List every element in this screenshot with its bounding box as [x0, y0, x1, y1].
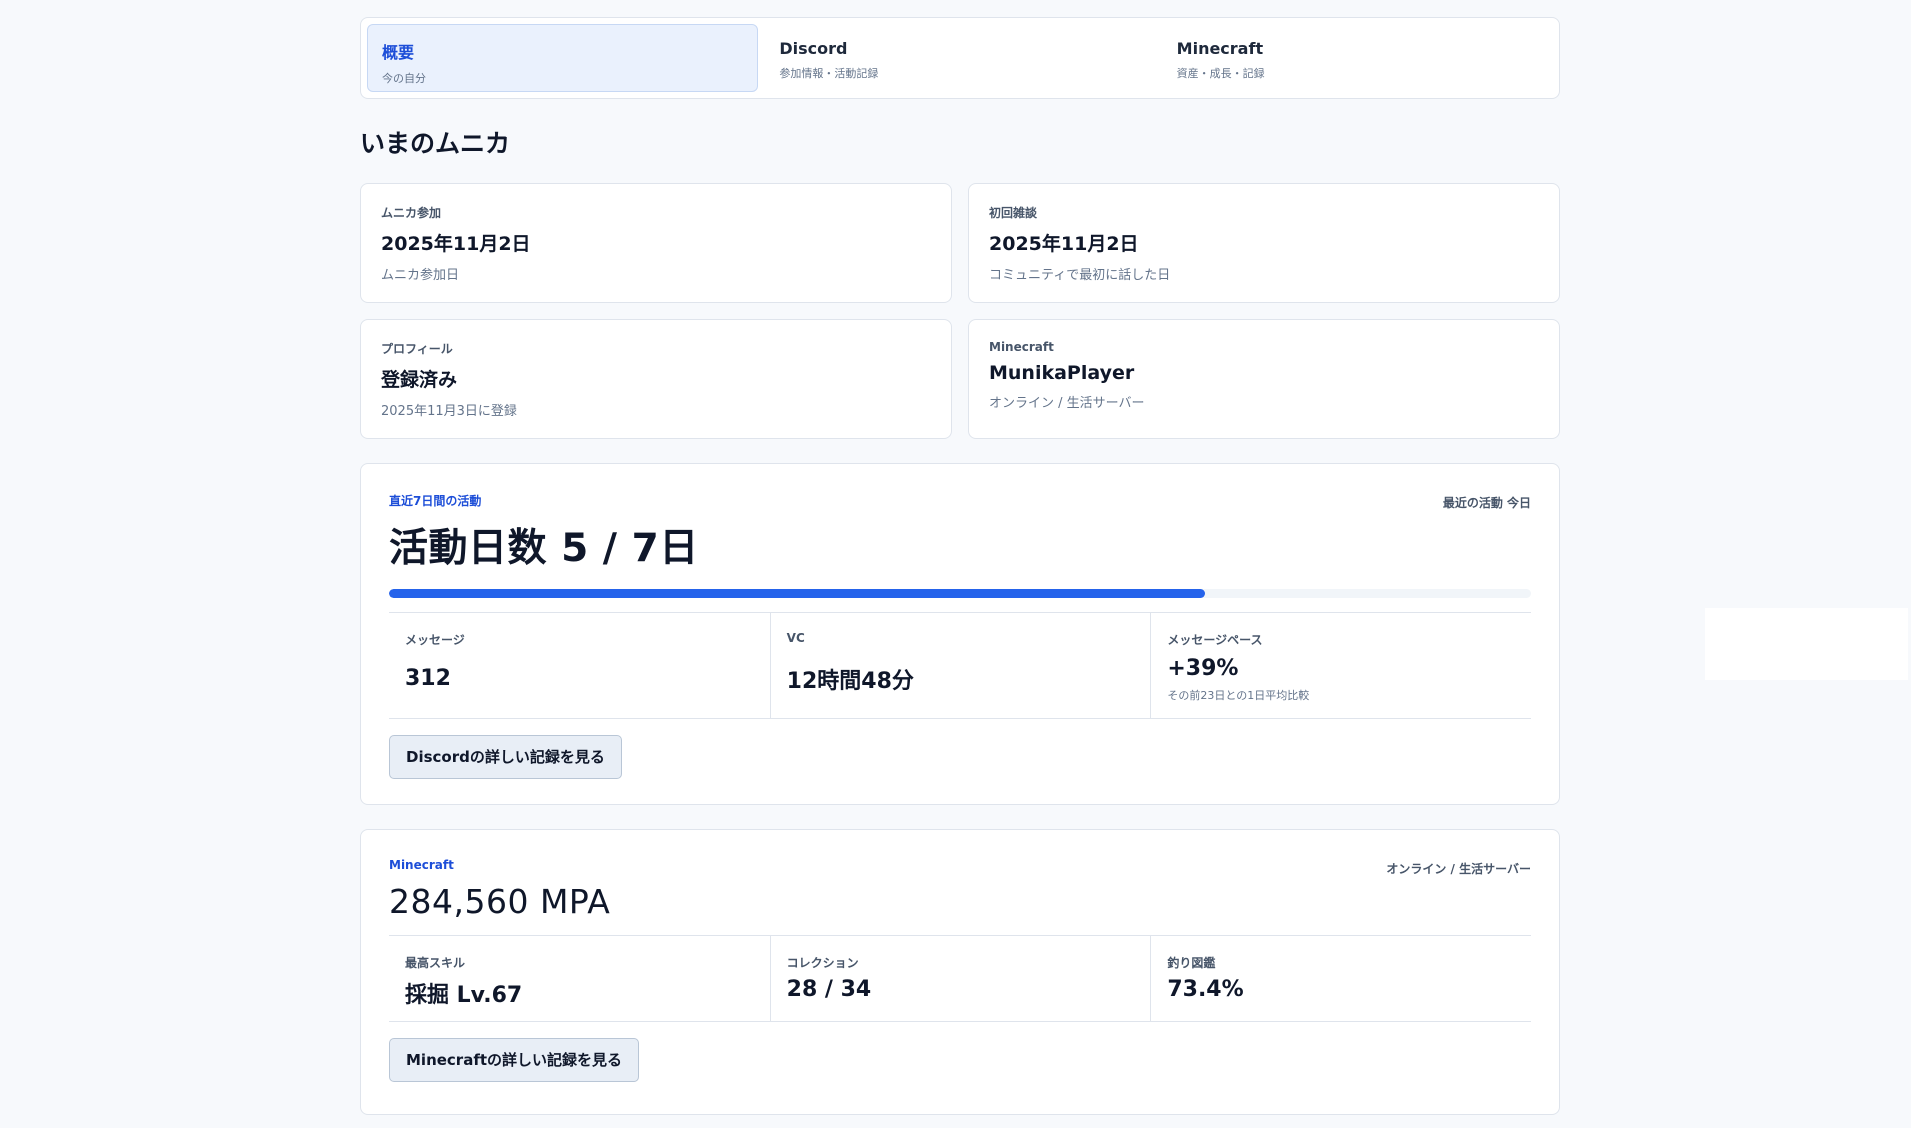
stat-label: 最高スキル — [405, 956, 466, 970]
card-label: 初回雑談 — [989, 206, 1038, 220]
discord-details-button[interactable]: Discordの詳しい記録を見る — [389, 735, 622, 779]
activity-stats: メッセージ 312 VC 12時間48分 メッセージペース +39% その前23… — [389, 612, 1531, 719]
stat-label: コレクション — [786, 956, 859, 970]
activity-progress-fill — [389, 589, 1205, 598]
recent-activity: 最近の活動 今日 — [1442, 496, 1531, 510]
active-days-headline: 活動日数 5 / 7日 — [389, 526, 699, 571]
tab-bar: 概要 今の自分 Discord 参加情報・活動記録 Minecraft 資産・成… — [360, 17, 1560, 99]
info-cards: ムニカ参加 2025年11月2日 ムニカ参加日 初回雑談 2025年11月2日 … — [360, 183, 1560, 439]
stat-value: +39% — [1167, 656, 1239, 681]
minecraft-status: オンライン / 生活サーバー — [1386, 862, 1531, 876]
tab-subtitle: 資産・成長・記録 — [1176, 67, 1265, 80]
card-label: ムニカ参加 — [381, 206, 442, 220]
activity-panel: 直近7日間の活動 最近の活動 今日 活動日数 5 / 7日 メッセージ 312 … — [360, 463, 1560, 805]
tab-overview[interactable]: 概要 今の自分 — [367, 24, 759, 92]
stat-note: その前23日との1日平均比較 — [1167, 689, 1310, 702]
card-profile: プロフィール 登録済み 2025年11月3日に登録 — [360, 319, 952, 439]
card-value: 2025年11月2日 — [989, 233, 1139, 255]
minecraft-kicker: Minecraft — [389, 858, 454, 872]
stat-value: 12時間48分 — [786, 669, 914, 694]
stat-label: VC — [786, 631, 805, 645]
stat-value: 312 — [405, 666, 451, 691]
tab-subtitle: 参加情報・活動記録 — [779, 67, 879, 80]
card-join-date: ムニカ参加 2025年11月2日 ムニカ参加日 — [360, 183, 952, 303]
tab-minecraft[interactable]: Minecraft 資産・成長・記録 — [1162, 24, 1553, 92]
stat-messages: メッセージ 312 — [389, 613, 770, 718]
stat-collection: コレクション 28 / 34 — [769, 936, 1151, 1021]
card-label: Minecraft — [989, 340, 1054, 354]
card-subtext: コミュニティで最初に話した日 — [989, 268, 1171, 283]
card-value: MunikaPlayer — [989, 362, 1135, 384]
stat-message-pace: メッセージペース +39% その前23日との1日平均比較 — [1150, 613, 1531, 718]
card-minecraft: Minecraft MunikaPlayer オンライン / 生活サーバー — [968, 319, 1560, 439]
minecraft-details-button[interactable]: Minecraftの詳しい記録を見る — [389, 1038, 640, 1082]
stat-fishing-index: 釣り図鑑 73.4% — [1150, 936, 1531, 1021]
card-value: 登録済み — [381, 369, 458, 391]
card-first-chat: 初回雑談 2025年11月2日 コミュニティで最初に話した日 — [968, 183, 1560, 303]
card-value: 2025年11月2日 — [381, 233, 531, 255]
stat-top-skill: 最高スキル 採掘 Lv.67 — [389, 936, 770, 1021]
page-title: いまのムニカ — [360, 129, 511, 158]
activity-progress-bar — [389, 589, 1531, 598]
stat-value: 採掘 Lv.67 — [405, 983, 523, 1008]
minecraft-stats: 最高スキル 採掘 Lv.67 コレクション 28 / 34 釣り図鑑 73.4% — [389, 935, 1531, 1022]
tab-subtitle: 今の自分 — [382, 72, 426, 85]
tab-title: 概要 — [382, 43, 415, 62]
card-subtext: 2025年11月3日に登録 — [381, 404, 517, 419]
tab-title: Minecraft — [1176, 39, 1264, 58]
activity-kicker: 直近7日間の活動 — [389, 494, 482, 508]
stat-value: 73.4% — [1167, 977, 1244, 1002]
tab-discord[interactable]: Discord 参加情報・活動記録 — [764, 24, 1155, 92]
stat-value: 28 / 34 — [786, 977, 872, 1002]
page: 概要 今の自分 Discord 参加情報・活動記録 Minecraft 資産・成… — [360, 17, 1560, 1115]
mpa-balance: 284,560 MPA — [389, 882, 611, 921]
minecraft-panel: Minecraft オンライン / 生活サーバー 284,560 MPA 最高ス… — [360, 829, 1560, 1115]
card-subtext: ムニカ参加日 — [381, 268, 460, 283]
card-subtext: オンライン / 生活サーバー — [989, 396, 1145, 411]
stat-label: メッセージペース — [1167, 633, 1263, 647]
tab-title: Discord — [779, 39, 848, 58]
card-label: プロフィール — [381, 342, 453, 356]
stat-label: メッセージ — [405, 633, 465, 647]
blank-overlay — [1705, 608, 1908, 680]
stat-vc: VC 12時間48分 — [769, 613, 1151, 718]
stat-label: 釣り図鑑 — [1167, 956, 1216, 970]
